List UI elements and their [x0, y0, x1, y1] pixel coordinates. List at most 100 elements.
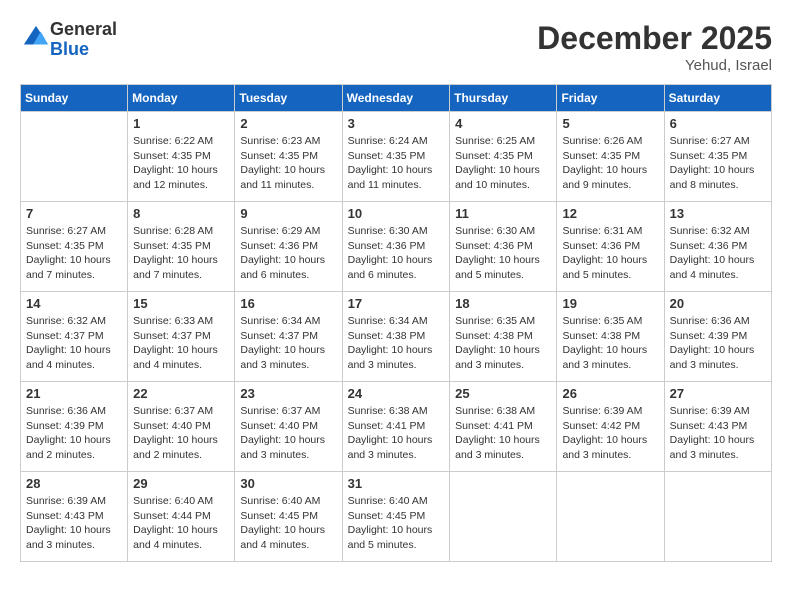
day-number: 23	[240, 386, 336, 401]
calendar-day-cell: 30 Sunrise: 6:40 AMSunset: 4:45 PMDayligh…	[235, 472, 342, 562]
day-info: Sunrise: 6:23 AMSunset: 4:35 PMDaylight:…	[240, 134, 336, 193]
logo-icon	[22, 24, 50, 52]
day-info: Sunrise: 6:26 AMSunset: 4:35 PMDaylight:…	[562, 134, 658, 193]
day-info: Sunrise: 6:35 AMSunset: 4:38 PMDaylight:…	[562, 314, 658, 373]
day-number: 14	[26, 296, 122, 311]
day-info: Sunrise: 6:33 AMSunset: 4:37 PMDaylight:…	[133, 314, 229, 373]
calendar-day-cell: 3 Sunrise: 6:24 AMSunset: 4:35 PMDaylight…	[342, 112, 450, 202]
day-info: Sunrise: 6:27 AMSunset: 4:35 PMDaylight:…	[26, 224, 122, 283]
calendar-header: SundayMondayTuesdayWednesdayThursdayFrid…	[21, 85, 772, 112]
calendar-day-cell: 19 Sunrise: 6:35 AMSunset: 4:38 PMDayligh…	[557, 292, 664, 382]
logo-blue: Blue	[50, 40, 117, 60]
day-number: 13	[670, 206, 766, 221]
calendar-day-cell	[450, 472, 557, 562]
day-number: 17	[348, 296, 445, 311]
logo-text: General Blue	[50, 20, 117, 60]
calendar-day-cell: 29Sunrise: 6:40 AMSunset: 4:44 PMDayligh…	[128, 472, 235, 562]
day-info: Sunrise: 6:39 AMSunset: 4:43 PMDaylight:…	[26, 494, 122, 553]
page-header: General Blue December 2025 Yehud, Israel	[20, 20, 772, 74]
day-info: Sunrise: 6:31 AMSunset: 4:36 PMDaylight:…	[562, 224, 658, 283]
calendar-day-cell: 24Sunrise: 6:38 AMSunset: 4:41 PMDayligh…	[342, 382, 450, 472]
calendar-week-row: 1 Sunrise: 6:22 AMSunset: 4:35 PMDaylight…	[21, 112, 772, 202]
day-number: 29	[133, 476, 229, 491]
calendar-day-cell: 6 Sunrise: 6:27 AMSunset: 4:35 PMDaylight…	[664, 112, 771, 202]
day-info: Sunrise: 6:34 AMSunset: 4:37 PMDaylight:…	[240, 314, 336, 373]
calendar-day-cell: 16 Sunrise: 6:34 AMSunset: 4:37 PMDayligh…	[235, 292, 342, 382]
day-info: Sunrise: 6:24 AMSunset: 4:35 PMDaylight:…	[348, 134, 445, 193]
day-number: 20	[670, 296, 766, 311]
calendar-body: 1 Sunrise: 6:22 AMSunset: 4:35 PMDaylight…	[21, 112, 772, 562]
day-number: 4	[455, 116, 551, 131]
title-section: December 2025 Yehud, Israel	[537, 20, 772, 74]
calendar-day-cell: 2 Sunrise: 6:23 AMSunset: 4:35 PMDaylight…	[235, 112, 342, 202]
day-number: 3	[348, 116, 445, 131]
calendar-header-cell: Sunday	[21, 85, 128, 112]
day-info: Sunrise: 6:32 AMSunset: 4:37 PMDaylight:…	[26, 314, 122, 373]
calendar-day-cell: 1 Sunrise: 6:22 AMSunset: 4:35 PMDaylight…	[128, 112, 235, 202]
calendar-day-cell: 14 Sunrise: 6:32 AMSunset: 4:37 PMDayligh…	[21, 292, 128, 382]
day-info: Sunrise: 6:39 AMSunset: 4:42 PMDaylight:…	[562, 404, 658, 463]
calendar-day-cell: 20Sunrise: 6:36 AMSunset: 4:39 PMDayligh…	[664, 292, 771, 382]
day-info: Sunrise: 6:32 AMSunset: 4:36 PMDaylight:…	[670, 224, 766, 283]
calendar-week-row: 21Sunrise: 6:36 AMSunset: 4:39 PMDayligh…	[21, 382, 772, 472]
day-info: Sunrise: 6:27 AMSunset: 4:35 PMDaylight:…	[670, 134, 766, 193]
calendar-day-cell: 4 Sunrise: 6:25 AMSunset: 4:35 PMDaylight…	[450, 112, 557, 202]
logo-general: General	[50, 20, 117, 40]
calendar-day-cell: 12 Sunrise: 6:31 AMSunset: 4:36 PMDayligh…	[557, 202, 664, 292]
day-number: 1	[133, 116, 229, 131]
day-info: Sunrise: 6:40 AMSunset: 4:45 PMDaylight:…	[348, 494, 445, 553]
day-number: 19	[562, 296, 658, 311]
day-number: 9	[240, 206, 336, 221]
day-number: 31	[348, 476, 445, 491]
calendar-header-cell: Friday	[557, 85, 664, 112]
calendar-day-cell: 10 Sunrise: 6:30 AMSunset: 4:36 PMDayligh…	[342, 202, 450, 292]
calendar-day-cell: 15 Sunrise: 6:33 AMSunset: 4:37 PMDayligh…	[128, 292, 235, 382]
location: Yehud, Israel	[537, 57, 772, 74]
day-number: 2	[240, 116, 336, 131]
calendar-day-cell: 9Sunrise: 6:29 AMSunset: 4:36 PMDaylight…	[235, 202, 342, 292]
day-number: 7	[26, 206, 122, 221]
day-info: Sunrise: 6:37 AMSunset: 4:40 PMDaylight:…	[133, 404, 229, 463]
logo: General Blue	[20, 20, 117, 60]
calendar-day-cell: 7 Sunrise: 6:27 AMSunset: 4:35 PMDaylight…	[21, 202, 128, 292]
day-info: Sunrise: 6:30 AMSunset: 4:36 PMDaylight:…	[348, 224, 445, 283]
calendar-header-cell: Wednesday	[342, 85, 450, 112]
day-info: Sunrise: 6:22 AMSunset: 4:35 PMDaylight:…	[133, 134, 229, 193]
day-number: 6	[670, 116, 766, 131]
calendar-day-cell: 21Sunrise: 6:36 AMSunset: 4:39 PMDayligh…	[21, 382, 128, 472]
calendar-header-row: SundayMondayTuesdayWednesdayThursdayFrid…	[21, 85, 772, 112]
day-number: 28	[26, 476, 122, 491]
day-number: 30	[240, 476, 336, 491]
calendar-day-cell: 25Sunrise: 6:38 AMSunset: 4:41 PMDayligh…	[450, 382, 557, 472]
calendar-day-cell: 23 Sunrise: 6:37 AMSunset: 4:40 PMDayligh…	[235, 382, 342, 472]
calendar-week-row: 14 Sunrise: 6:32 AMSunset: 4:37 PMDayligh…	[21, 292, 772, 382]
calendar-day-cell: 27 Sunrise: 6:39 AMSunset: 4:43 PMDayligh…	[664, 382, 771, 472]
calendar-day-cell: 5Sunrise: 6:26 AMSunset: 4:35 PMDaylight…	[557, 112, 664, 202]
calendar-header-cell: Tuesday	[235, 85, 342, 112]
day-number: 18	[455, 296, 551, 311]
day-number: 11	[455, 206, 551, 221]
calendar-day-cell: 31 Sunrise: 6:40 AMSunset: 4:45 PMDayligh…	[342, 472, 450, 562]
month-title: December 2025	[537, 20, 772, 57]
day-info: Sunrise: 6:30 AMSunset: 4:36 PMDaylight:…	[455, 224, 551, 283]
day-number: 12	[562, 206, 658, 221]
day-info: Sunrise: 6:39 AMSunset: 4:43 PMDaylight:…	[670, 404, 766, 463]
day-info: Sunrise: 6:37 AMSunset: 4:40 PMDaylight:…	[240, 404, 336, 463]
day-info: Sunrise: 6:40 AMSunset: 4:45 PMDaylight:…	[240, 494, 336, 553]
calendar-day-cell	[664, 472, 771, 562]
calendar-header-cell: Monday	[128, 85, 235, 112]
calendar-day-cell	[21, 112, 128, 202]
day-info: Sunrise: 6:25 AMSunset: 4:35 PMDaylight:…	[455, 134, 551, 193]
day-info: Sunrise: 6:28 AMSunset: 4:35 PMDaylight:…	[133, 224, 229, 283]
day-number: 26	[562, 386, 658, 401]
calendar-day-cell: 11 Sunrise: 6:30 AMSunset: 4:36 PMDayligh…	[450, 202, 557, 292]
day-info: Sunrise: 6:38 AMSunset: 4:41 PMDaylight:…	[348, 404, 445, 463]
day-number: 16	[240, 296, 336, 311]
calendar-header-cell: Saturday	[664, 85, 771, 112]
calendar-week-row: 7 Sunrise: 6:27 AMSunset: 4:35 PMDaylight…	[21, 202, 772, 292]
calendar-table: SundayMondayTuesdayWednesdayThursdayFrid…	[20, 84, 772, 562]
day-number: 27	[670, 386, 766, 401]
day-number: 22	[133, 386, 229, 401]
day-number: 15	[133, 296, 229, 311]
day-number: 10	[348, 206, 445, 221]
